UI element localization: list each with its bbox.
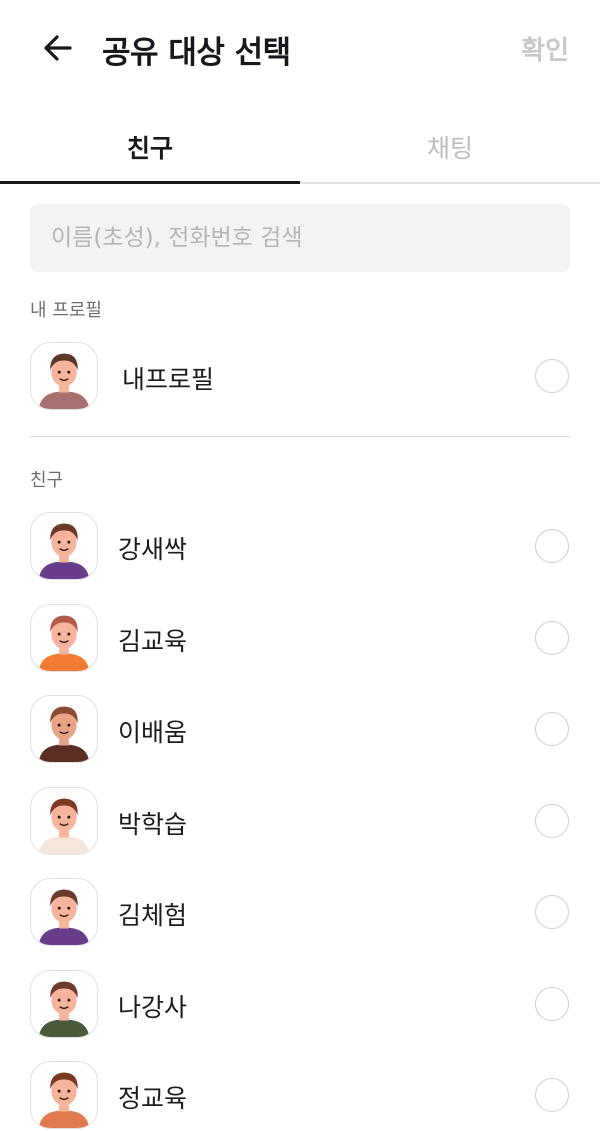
tab-bar: 친구 채팅 xyxy=(0,118,600,184)
section-divider xyxy=(30,436,570,437)
profile-name: 내프로필 xyxy=(122,365,215,394)
page-title: 공유 대상 선택 xyxy=(102,35,291,71)
select-radio[interactable] xyxy=(535,620,569,655)
friend-row[interactable]: 김체험 xyxy=(0,878,600,948)
active-tab-indicator xyxy=(0,181,300,184)
avatar xyxy=(30,695,98,763)
friend-name: 강새싹 xyxy=(118,535,188,564)
friend-name: 김체험 xyxy=(118,901,188,930)
friend-name: 이배움 xyxy=(118,718,188,747)
select-radio[interactable] xyxy=(535,359,569,393)
avatar xyxy=(30,786,98,855)
confirm-button[interactable]: 확인 xyxy=(521,30,569,67)
select-radio[interactable] xyxy=(535,803,569,838)
my-profile-section-label: 내 프로필 xyxy=(30,300,102,321)
friend-row[interactable]: 박학습 xyxy=(0,786,600,857)
select-radio[interactable] xyxy=(535,712,569,746)
app-header: 공유 대상 선택 확인 xyxy=(0,0,600,96)
friend-name: 박학습 xyxy=(118,809,188,839)
friend-row[interactable]: 김교육 xyxy=(0,603,600,674)
friend-name: 나강사 xyxy=(118,992,188,1022)
select-radio[interactable] xyxy=(535,986,569,1021)
avatar xyxy=(30,603,98,672)
avatar xyxy=(30,342,98,410)
back-arrow-icon[interactable] xyxy=(38,28,78,68)
select-radio[interactable] xyxy=(535,529,569,563)
select-radio[interactable] xyxy=(535,1078,569,1112)
tab-friends[interactable]: 친구 xyxy=(0,118,300,182)
my-profile-row[interactable]: 내프로필 xyxy=(0,342,600,412)
friend-name: 정교육 xyxy=(118,1084,188,1113)
friends-section-label: 친구 xyxy=(30,470,64,491)
tab-chats[interactable]: 채팅 xyxy=(300,118,600,182)
avatar xyxy=(30,969,98,1038)
search-input[interactable] xyxy=(30,204,570,272)
friend-row[interactable]: 이배움 xyxy=(0,695,600,765)
select-radio[interactable] xyxy=(535,895,569,929)
friend-row[interactable]: 나강사 xyxy=(0,969,600,1040)
friend-row[interactable]: 정교육 xyxy=(0,1061,600,1131)
avatar xyxy=(30,512,98,580)
avatar xyxy=(30,878,98,946)
avatar xyxy=(30,1061,98,1129)
friend-name: 김교육 xyxy=(118,626,188,656)
friend-row[interactable]: 강새싹 xyxy=(0,512,600,582)
